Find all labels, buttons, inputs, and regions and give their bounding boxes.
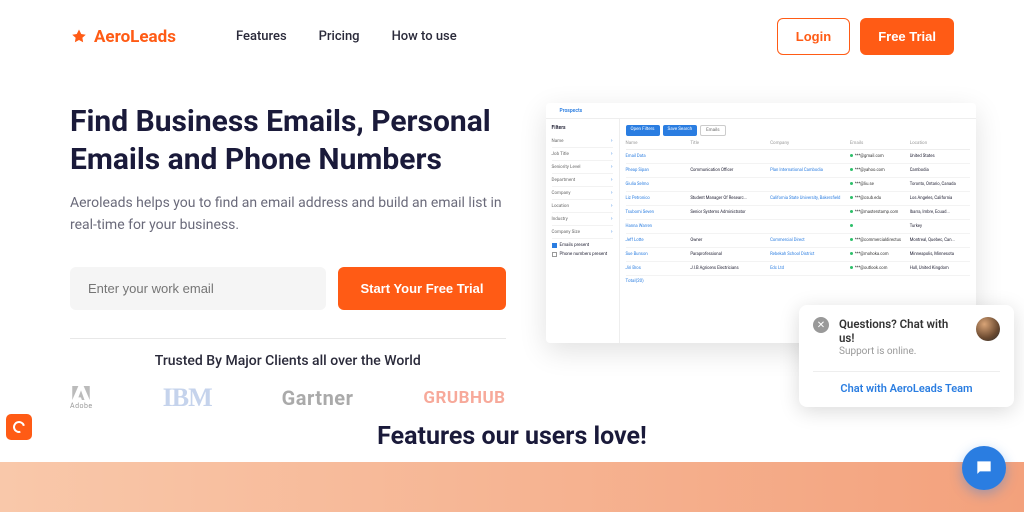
chat-close-icon[interactable]: ✕ [813, 317, 829, 333]
chat-link[interactable]: Chat with AeroLeads Team [813, 371, 1000, 395]
trusted-title: Trusted By Major Clients all over the Wo… [70, 353, 506, 369]
email-input[interactable] [70, 267, 326, 310]
chat-title: Questions? Chat with us! [839, 317, 966, 345]
gradient-strip [0, 462, 1024, 512]
table-row: Jeff LotteOwnerCommercial Direct***@comm… [626, 234, 970, 248]
nav-pricing[interactable]: Pricing [319, 29, 360, 44]
side-widget-button[interactable] [6, 414, 32, 440]
table-row: Liz PetronicoStudent Manager Of Researc.… [626, 192, 970, 206]
login-button[interactable]: Login [777, 18, 850, 55]
chat-icon [974, 458, 994, 478]
chat-widget: ✕ Questions? Chat with us! Support is on… [799, 305, 1014, 407]
table-row: Sue BunsonParaprofessionalRebekah School… [626, 248, 970, 262]
hero-title: Find Business Emails, Personal Emails an… [70, 103, 506, 178]
free-trial-button[interactable]: Free Trial [860, 18, 954, 55]
chat-avatar [976, 317, 1000, 341]
features-title: Features our users love! [0, 402, 1024, 451]
table-row: Jiri BrosJ.I.B Agricens ElectriciansEdc … [626, 262, 970, 276]
table-row: Tsubomi SevenSenior Systems Administrato… [626, 206, 970, 220]
preview-tab: Prospects [554, 106, 589, 116]
nav-howto[interactable]: How to use [392, 29, 457, 44]
header-actions: Login Free Trial [777, 18, 954, 55]
table-row: Email Data***@gmail.comUnited States [626, 150, 970, 164]
nav-features[interactable]: Features [236, 29, 287, 44]
table-row: Hanna WarrenTurkey [626, 220, 970, 234]
rocket-icon [70, 28, 88, 46]
hero-content: Find Business Emails, Personal Emails an… [70, 103, 506, 423]
table-row: Pheap SipanCommunication OfficerPlan Int… [626, 164, 970, 178]
header: AeroLeads Features Pricing How to use Lo… [0, 0, 1024, 73]
hero-subtitle: Aeroleads helps you to find an email add… [70, 192, 506, 237]
email-capture: Start Your Free Trial [70, 267, 506, 310]
chat-launcher-button[interactable] [962, 446, 1006, 490]
widget-icon [11, 419, 27, 435]
main-nav: Features Pricing How to use [236, 29, 457, 44]
logo-text: AeroLeads [94, 27, 176, 47]
logo[interactable]: AeroLeads [70, 27, 176, 47]
table-row: Giulia Selmo***@liu.seToronto, Ontario, … [626, 178, 970, 192]
start-trial-button[interactable]: Start Your Free Trial [338, 267, 505, 310]
features-band: Features our users love! [0, 402, 1024, 512]
chat-subtitle: Support is online. [839, 346, 966, 357]
